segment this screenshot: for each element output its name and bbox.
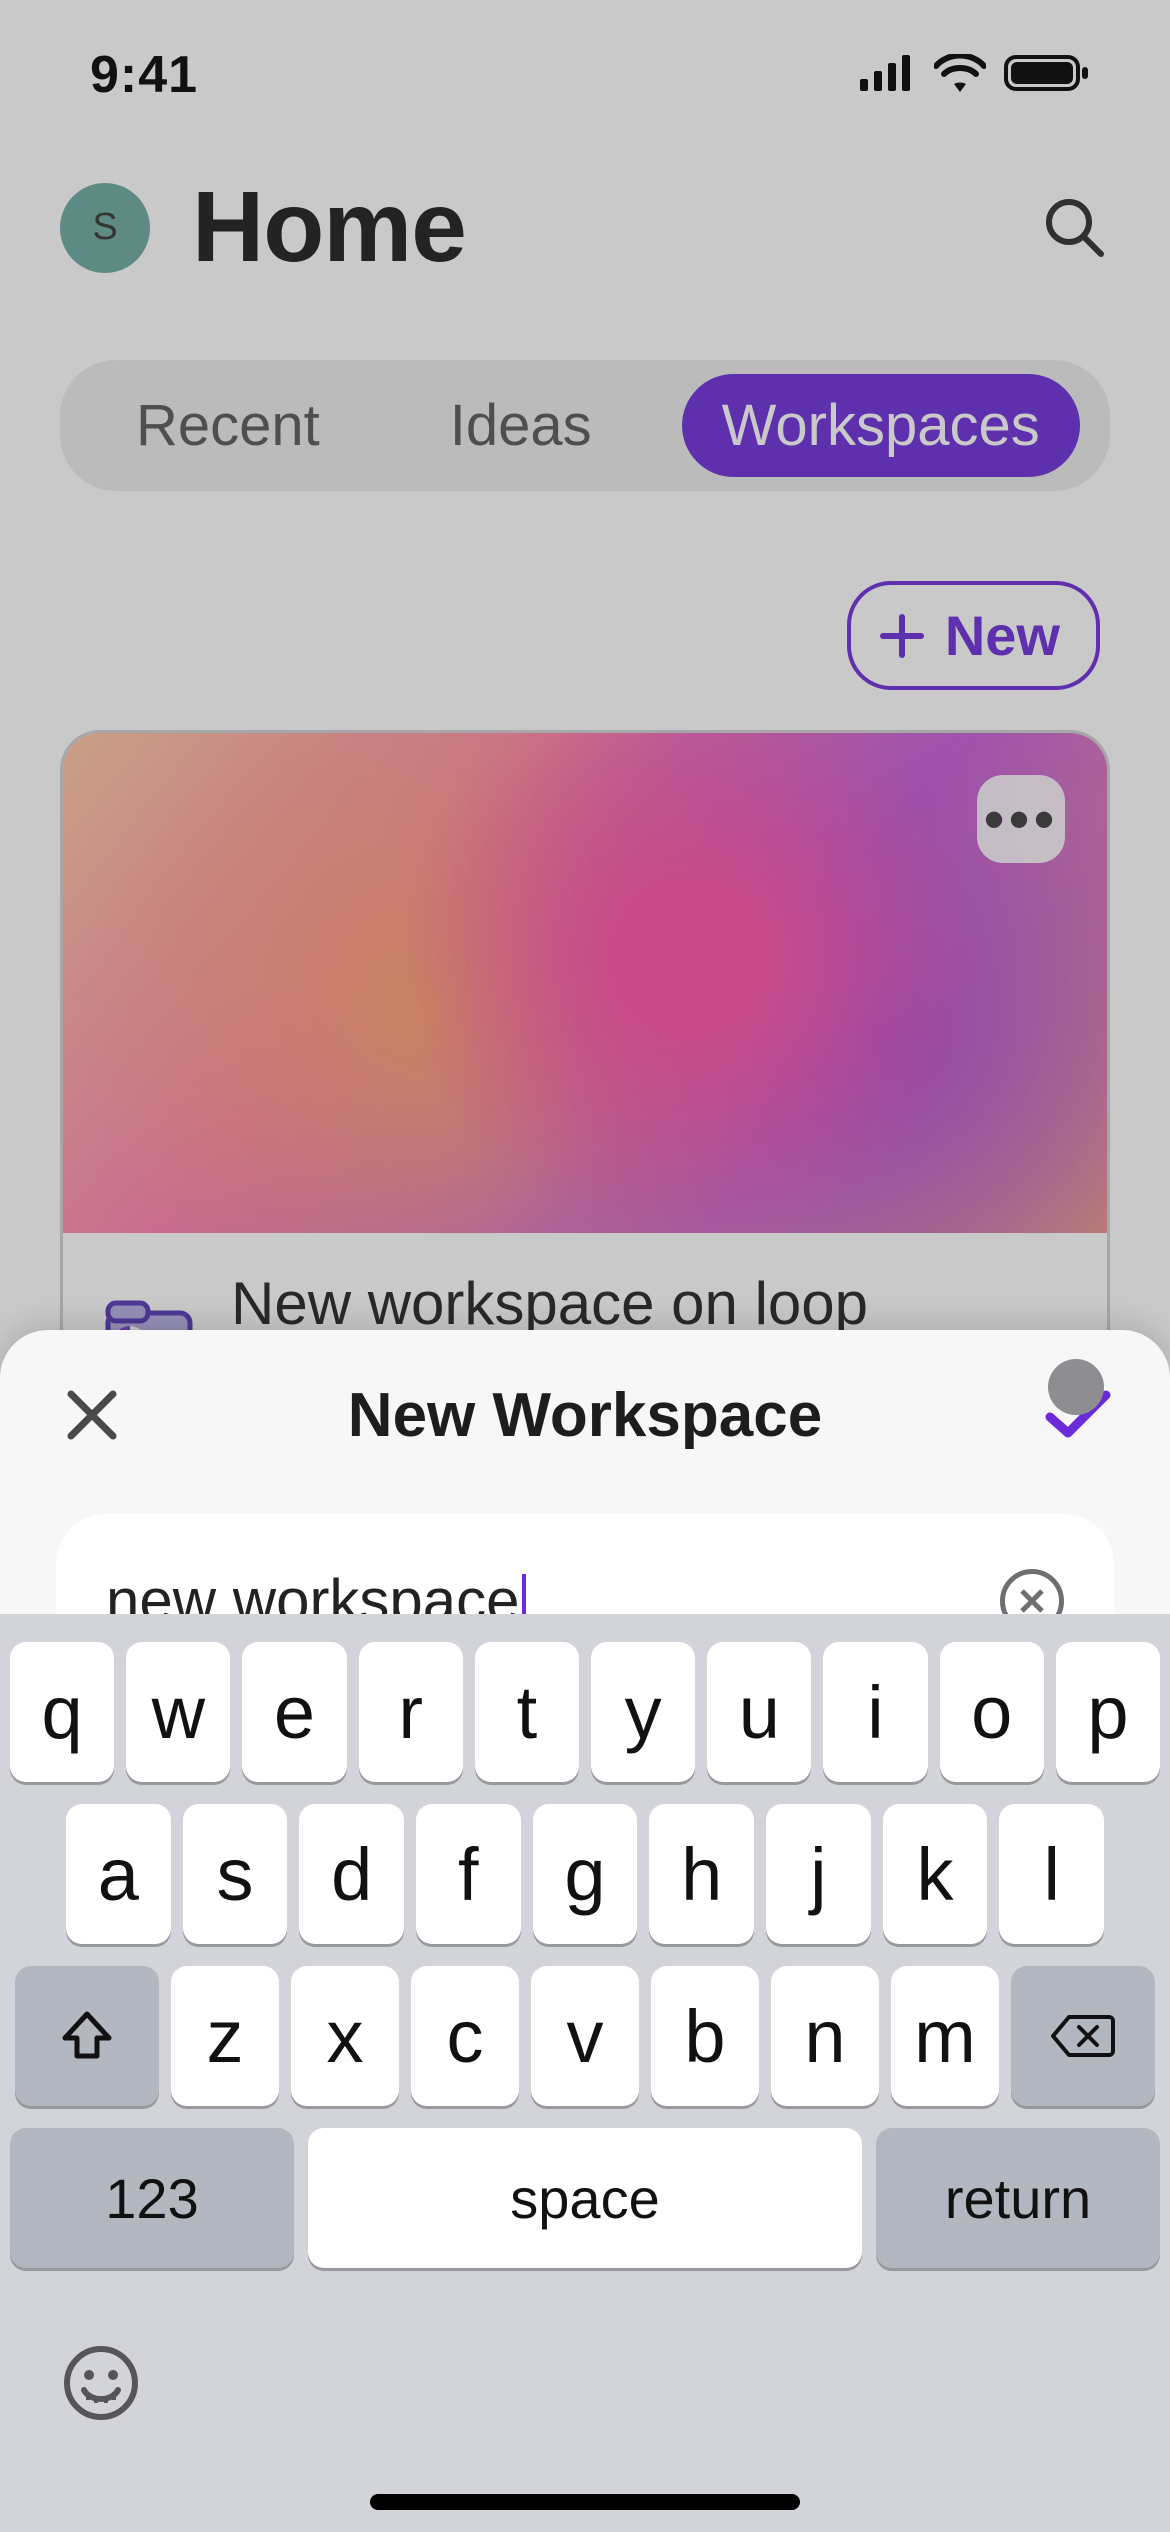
clear-icon — [1016, 1585, 1048, 1617]
key-k[interactable]: k — [883, 1804, 988, 1944]
key-u[interactable]: u — [707, 1642, 811, 1782]
key-d[interactable]: d — [299, 1804, 404, 1944]
new-workspace-sheet: New Workspace new workspace qwertyuiop a… — [0, 1330, 1170, 2532]
key-s[interactable]: s — [183, 1804, 288, 1944]
key-z[interactable]: z — [171, 1966, 279, 2106]
key-i[interactable]: i — [823, 1642, 927, 1782]
close-icon — [63, 1386, 121, 1444]
confirm-button[interactable] — [1042, 1379, 1114, 1451]
emoji-icon — [62, 2344, 140, 2422]
key-e[interactable]: e — [242, 1642, 346, 1782]
backspace-icon — [1051, 2013, 1115, 2059]
keyboard: qwertyuiop asdfghjkl zxcvbnm 123 space r… — [0, 1614, 1170, 2532]
shift-key[interactable] — [15, 1966, 159, 2106]
key-g[interactable]: g — [533, 1804, 638, 1944]
numeric-key[interactable]: 123 — [10, 2128, 294, 2268]
shift-icon — [61, 2010, 113, 2062]
key-v[interactable]: v — [531, 1966, 639, 2106]
key-a[interactable]: a — [66, 1804, 171, 1944]
close-button[interactable] — [56, 1379, 128, 1451]
key-h[interactable]: h — [649, 1804, 754, 1944]
home-indicator[interactable] — [370, 2494, 800, 2510]
key-y[interactable]: y — [591, 1642, 695, 1782]
key-x[interactable]: x — [291, 1966, 399, 2106]
backspace-key[interactable] — [1011, 1966, 1155, 2106]
key-j[interactable]: j — [766, 1804, 871, 1944]
key-w[interactable]: w — [126, 1642, 230, 1782]
key-f[interactable]: f — [416, 1804, 521, 1944]
space-key[interactable]: space — [308, 2128, 862, 2268]
key-r[interactable]: r — [359, 1642, 463, 1782]
key-b[interactable]: b — [651, 1966, 759, 2106]
key-c[interactable]: c — [411, 1966, 519, 2106]
key-m[interactable]: m — [891, 1966, 999, 2106]
key-n[interactable]: n — [771, 1966, 879, 2106]
key-p[interactable]: p — [1056, 1642, 1160, 1782]
key-q[interactable]: q — [10, 1642, 114, 1782]
sheet-title: New Workspace — [348, 1380, 822, 1451]
sheet-header: New Workspace — [0, 1330, 1170, 1500]
return-key[interactable]: return — [876, 2128, 1160, 2268]
emoji-key[interactable] — [56, 2338, 146, 2428]
unread-indicator — [1048, 1359, 1104, 1415]
key-t[interactable]: t — [475, 1642, 579, 1782]
key-l[interactable]: l — [999, 1804, 1104, 1944]
key-o[interactable]: o — [940, 1642, 1044, 1782]
